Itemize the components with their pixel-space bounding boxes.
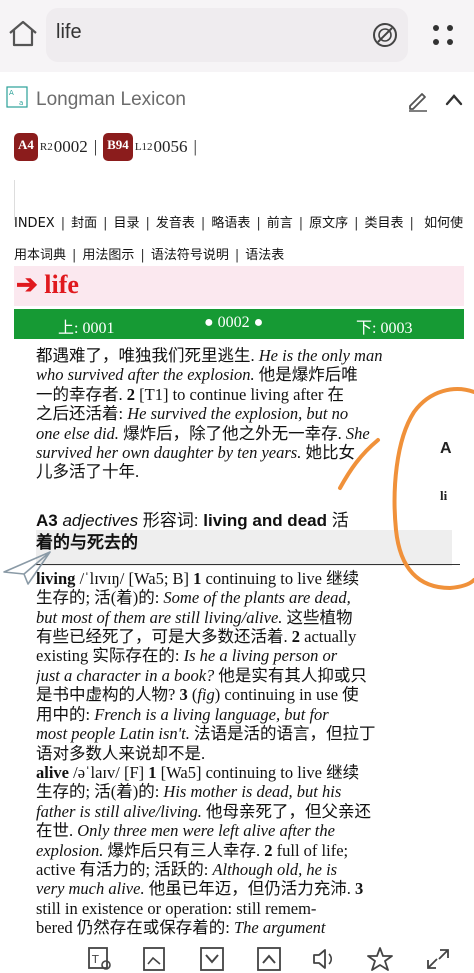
page-navigator: 上: 0001 ● 0002 ● 下: 0003 [14, 309, 464, 339]
svg-text:T: T [91, 953, 99, 966]
text-line: living /ˈlɪvɪŋ/ [Wa5; B] 1 continuing to… [36, 568, 360, 588]
nav-link-index[interactable]: INDEX [14, 216, 55, 231]
image-icon[interactable] [140, 946, 168, 972]
more-icon[interactable] [428, 20, 458, 50]
collapse-icon[interactable] [444, 90, 464, 110]
headword-bar: ➔ life [14, 266, 464, 306]
speaker-icon[interactable] [310, 946, 338, 972]
nav-link-preface[interactable]: 原文序 [309, 216, 348, 231]
nav-link-contents[interactable]: 目录 [114, 216, 140, 231]
text-line: who survived after the explosion. 他是爆炸后唯 [36, 365, 358, 385]
text-line: but most of them are still living/alive.… [36, 607, 353, 627]
text-line: bered 仍然存在或保存着的: The argument [36, 918, 326, 938]
ocr-icon[interactable]: T [86, 946, 114, 972]
text-line: 儿多活了十年. [36, 462, 140, 482]
search-box[interactable]: life [46, 8, 408, 62]
clear-icon[interactable] [370, 20, 400, 50]
text-line: existing 实际存在的: Is he a living person or [36, 646, 338, 666]
dictionary-logo-icon: A a [6, 86, 28, 108]
ref-number: 0002 [53, 137, 88, 156]
star-icon[interactable] [366, 946, 394, 972]
expand-icon[interactable] [424, 946, 452, 972]
text-line: father is still alive/living. 他母亲死了，但父亲还 [36, 801, 372, 821]
nav-link-foreword[interactable]: 前言 [267, 216, 293, 231]
text-line: 在世. Only three men were left alive after… [36, 821, 335, 841]
nav-link-grammar-table[interactable]: 语法表 [245, 248, 284, 263]
text-line: 生存的; 活(着)的: His mother is dead, but his [36, 782, 342, 802]
nav-link-usage-diagram[interactable]: 用法图示 [82, 248, 134, 263]
ref-sup: L12 [134, 141, 153, 153]
text-line: 语对多数人来说却不是. [36, 743, 206, 763]
section-rule [36, 563, 460, 565]
reference-row: A4 R2 0002 | B94 L12 0056 | [14, 130, 203, 164]
text-line: 是书中虚构的人物? 3 (fig) continuing in use 使 [36, 685, 359, 705]
ref-separator: | [93, 137, 98, 156]
chevron-up-icon[interactable] [255, 946, 283, 972]
ref-separator: | [193, 137, 197, 156]
text-line: 都遇难了，唯独我们死里逃生. He is the only man [36, 346, 383, 365]
nav-link-pronunciation[interactable]: 发音表 [156, 216, 195, 231]
section-heading: 着的与死去的 [36, 532, 138, 552]
ref-tag[interactable]: B94 [103, 133, 133, 161]
nav-link-cover[interactable]: 封面 [71, 216, 97, 231]
headword: ➔ life [16, 270, 79, 299]
paper-plane-icon[interactable] [2, 550, 52, 586]
home-icon[interactable] [7, 18, 39, 50]
dictionary-name: Longman Lexicon [36, 89, 186, 110]
text-line: one else did. 爆炸后，除了他之外无一幸存. She [36, 423, 370, 443]
edit-icon[interactable] [406, 88, 430, 112]
text-line: active 有活力的; 活跃的: Although old, he is [36, 859, 338, 879]
text-line: explosion. 爆炸后只有三人幸存. 2 full of life; [36, 840, 349, 860]
text-line: just a character in a book? 他是实有其人抑或只 [36, 665, 367, 685]
nav-link-grammar-codes[interactable]: 语法符号说明 [151, 248, 229, 263]
nav-link-categories[interactable]: 类目表 [365, 216, 404, 231]
text-line: 之后还活着: He survived the explosion, but no [36, 404, 349, 424]
nav-link-abbreviations[interactable]: 略语表 [211, 216, 250, 231]
text-line: alive /əˈlaɪv/ [F] 1 [Wa5] continuing to… [36, 762, 360, 782]
svg-text:a: a [19, 99, 23, 107]
search-input[interactable]: life [56, 21, 82, 44]
text-line: 生存的; 活(着)的: Some of the plants are dead, [36, 588, 351, 608]
current-page: ● 0002 ● [204, 314, 264, 331]
scanned-page: 都遇难了，唯独我们死里逃生. He is the only man who su… [36, 346, 460, 938]
ref-tag[interactable]: A4 [14, 133, 38, 161]
chevron-down-icon[interactable] [198, 946, 226, 972]
navigation-links: INDEX | 封面 | 目录 | 发音表 | 略语表 | 前言 | 原文序 | 类目表 | 如何使用本词典 |… [14, 216, 464, 263]
bottom-toolbar [0, 942, 474, 973]
text-line: 有些已经死了，可是大多数还活着. 2 actually [36, 627, 357, 647]
text-line: still in existence or operation: still r… [36, 898, 317, 918]
section-heading: A3 adjectives 形容词: living and dead 活 [36, 510, 349, 530]
text-line: 用中的: French is a living language, but fo… [36, 704, 329, 724]
svg-text:A: A [9, 89, 14, 97]
ref-number: 0056 [153, 137, 188, 156]
next-page-link[interactable]: 下: 0003 [356, 314, 412, 338]
text-line: 一的幸存者. 2 [T1] to continue living after 在 [36, 384, 344, 404]
text-line: survived her own daughter by ten years. … [36, 443, 355, 463]
ref-sup: R2 [39, 141, 53, 153]
side-peek-text: li [440, 488, 448, 503]
prev-page-link[interactable]: 上: 0001 [58, 314, 114, 338]
text-line: very much alive. 他虽已年迈，但仍活力充沛. 3 [36, 879, 364, 899]
side-peek-letter: A [440, 440, 452, 457]
text-line: most people Latin isn't. 法语是活的语言，但拉丁 [36, 724, 376, 744]
